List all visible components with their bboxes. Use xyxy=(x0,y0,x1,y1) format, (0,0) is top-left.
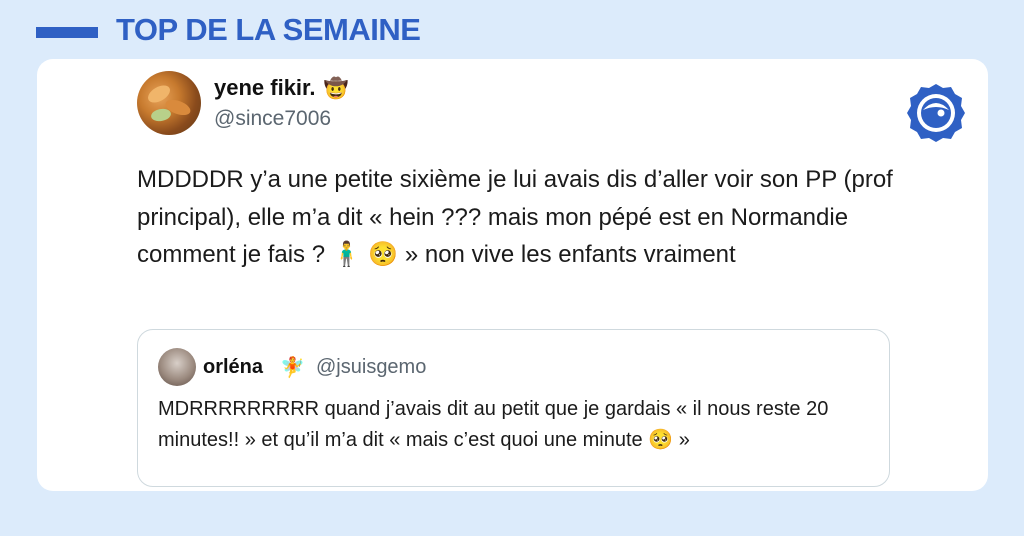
quoted-author-avatar[interactable] xyxy=(158,348,196,386)
brand-logo-icon xyxy=(907,84,965,142)
author-handle[interactable]: @since7006 xyxy=(214,107,331,131)
author-name: yene fikir. xyxy=(214,75,316,100)
quoted-tweet[interactable]: orléna 🧚 @jsuisgemo MDRRRRRRRRR quand j’… xyxy=(137,329,890,487)
quoted-author-emoji: 🧚 xyxy=(280,357,305,379)
quoted-tweet-text: MDRRRRRRRRR quand j’avais dit au petit q… xyxy=(158,398,829,451)
header-accent-bar xyxy=(36,27,98,38)
quoted-author-handle[interactable]: @jsuisgemo xyxy=(316,356,426,379)
author-avatar[interactable] xyxy=(137,71,201,135)
tweet-card: yene fikir. 🤠 @since7006 MDDDDR y’a une … xyxy=(37,59,988,491)
author-emoji: 🤠 xyxy=(323,77,349,100)
quoted-author-name[interactable]: orléna xyxy=(203,356,263,379)
tweet-text: MDDDDR y’a une petite sixième je lui ava… xyxy=(137,166,893,268)
author-name-row[interactable]: yene fikir. 🤠 xyxy=(214,75,348,101)
header-title: TOP DE LA SEMAINE xyxy=(116,12,421,47)
